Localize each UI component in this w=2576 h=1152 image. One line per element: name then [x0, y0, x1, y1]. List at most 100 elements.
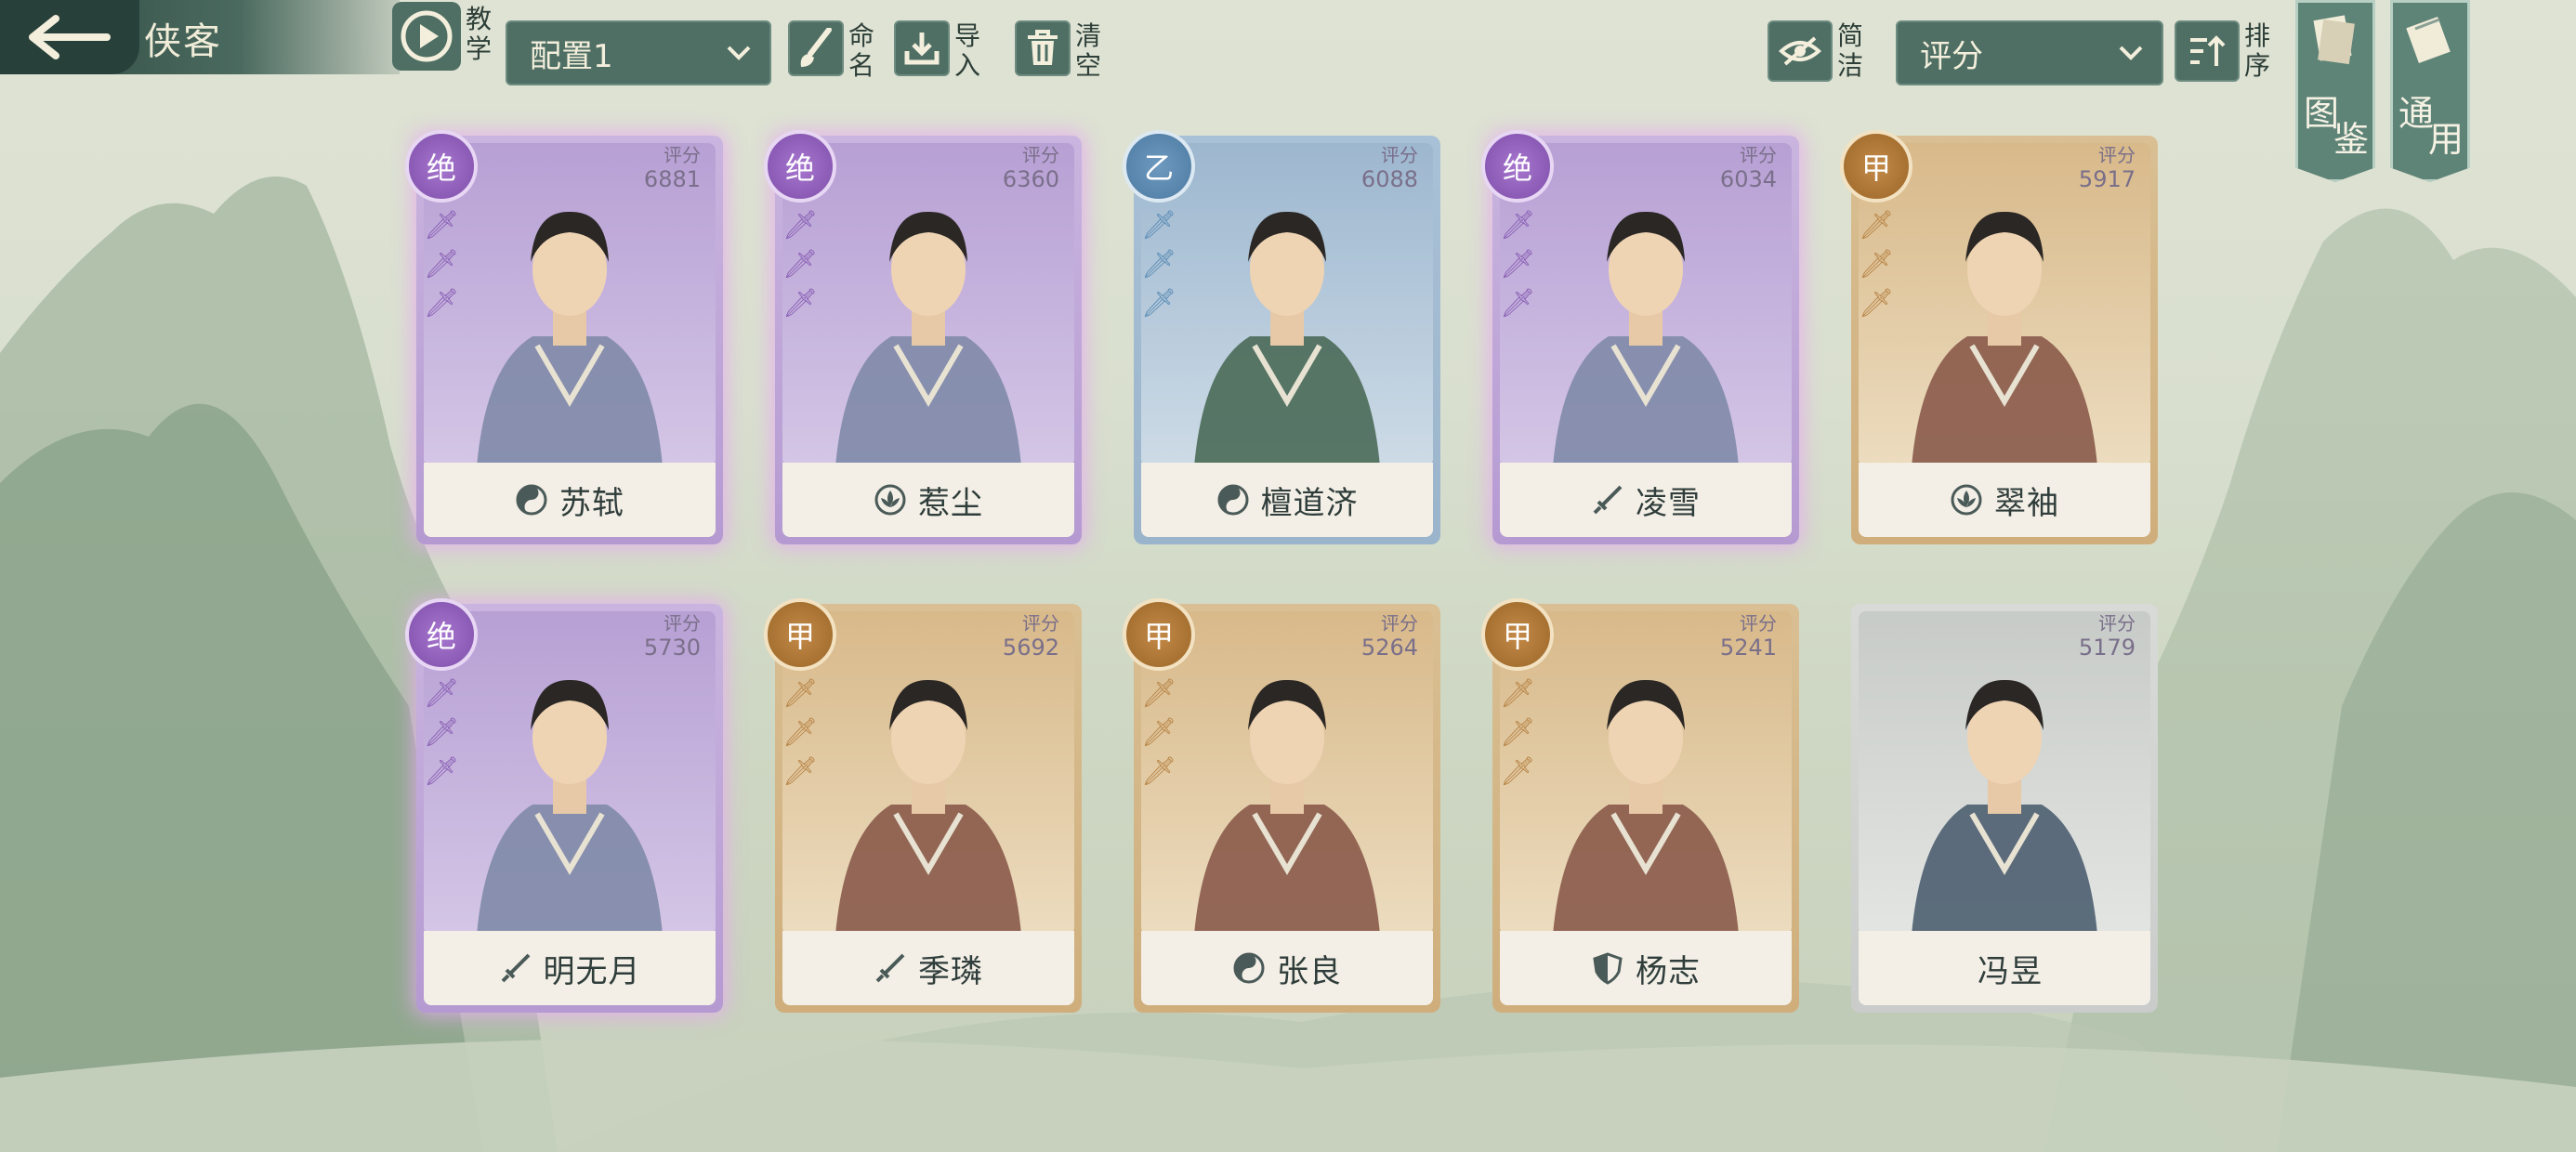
tutorial-label-2: 学: [465, 33, 492, 64]
sword-star-icon: 🗡: [423, 755, 460, 788]
card-score: 评分 5917: [2079, 143, 2136, 191]
rank-badge: 甲: [1123, 598, 1195, 671]
page-title: 侠客: [144, 20, 222, 63]
tab-collection[interactable]: 图 鉴: [2295, 0, 2375, 182]
sword-star-icon: 🗡: [1499, 248, 1536, 281]
lotus-icon: [874, 483, 907, 517]
star-rating: 🗡 🗡 🗡: [1140, 209, 1177, 318]
score-label: 评分: [1022, 144, 1059, 166]
config-select[interactable]: 配置1: [506, 20, 771, 85]
character-portrait: [1912, 679, 2097, 935]
score-value: 6881: [643, 166, 701, 192]
hero-name: 苏轼: [559, 484, 624, 522]
rank-badge: 甲: [1481, 598, 1554, 671]
score-label: 评分: [664, 144, 701, 166]
score-value: 6088: [1360, 166, 1418, 192]
sort-label-1: 排: [2243, 20, 2270, 51]
sword-star-icon: 🗡: [423, 677, 460, 710]
sword-star-icon: 🗡: [1140, 755, 1177, 788]
tab-general[interactable]: 通 用: [2390, 0, 2470, 182]
hero-name: 翠袖: [1994, 484, 2059, 522]
card-score: 评分 5692: [1003, 611, 1059, 660]
card-nameplate: 杨志: [1500, 931, 1792, 1005]
taiji-icon: [1216, 483, 1250, 517]
star-rating: 🗡 🗡 🗡: [1140, 677, 1177, 788]
tutorial-button[interactable]: 教 学: [392, 2, 494, 72]
sword-star-icon: 🗡: [782, 755, 819, 788]
simple-view-toggle[interactable]: 简 洁: [1768, 20, 1872, 85]
sword-star-icon: 🗡: [1499, 209, 1536, 242]
sort-label-2: 序: [2243, 50, 2270, 81]
card-nameplate: 张良: [1141, 931, 1433, 1005]
hero-card[interactable]: 评分 5730 绝 🗡 🗡 🗡 明无月: [405, 598, 723, 1013]
taiji-icon: [1232, 951, 1266, 985]
hero-card[interactable]: 评分 5917 甲 🗡 🗡 🗡 翠袖: [1840, 130, 2158, 544]
sword-star-icon: 🗡: [1140, 716, 1177, 749]
score-label: 评分: [1381, 144, 1418, 166]
hero-card[interactable]: 评分 6034 绝 🗡 🗡 🗡 凌雪: [1481, 130, 1799, 544]
score-label: 评分: [1022, 612, 1059, 635]
hero-card[interactable]: 评分 6088 乙 🗡 🗡 🗡 檀道济: [1123, 130, 1440, 544]
star-rating: 🗡 🗡 🗡: [423, 677, 460, 788]
back-button[interactable]: [0, 0, 139, 74]
score-value: 5917: [2078, 166, 2136, 192]
card-score: 评分 6360: [1003, 143, 1059, 191]
hero-card[interactable]: 评分 6881 绝 🗡 🗡 🗡 苏轼: [405, 130, 723, 544]
sword-icon: [499, 951, 532, 985]
import-button[interactable]: 导 入: [894, 20, 991, 85]
score-label: 评分: [2098, 144, 2136, 166]
sword-star-icon: 🗡: [1858, 287, 1895, 320]
card-nameplate: 凌雪: [1500, 463, 1792, 537]
brush-icon: [788, 20, 844, 76]
rank-badge: 甲: [764, 598, 836, 671]
sword-star-icon: 🗡: [423, 287, 460, 320]
hero-card[interactable]: 评分 6360 绝 🗡 🗡 🗡 惹尘: [764, 130, 1082, 544]
character-portrait: [1194, 211, 1380, 466]
character-portrait: [1194, 679, 1380, 935]
character-portrait: [1912, 211, 2097, 466]
card-nameplate: 明无月: [424, 931, 716, 1005]
hero-name: 杨志: [1636, 952, 1701, 990]
sword-star-icon: 🗡: [1140, 209, 1177, 242]
rename-button[interactable]: 命 名: [788, 20, 885, 85]
sword-star-icon: 🗡: [1140, 677, 1177, 710]
hero-card[interactable]: 评分 5179 冯昱: [1851, 604, 2158, 1013]
hero-name: 季璘: [918, 952, 983, 990]
card-nameplate: 檀道济: [1141, 463, 1433, 537]
hero-card[interactable]: 评分 5264 甲 🗡 🗡 🗡 张良: [1123, 598, 1440, 1013]
sword-icon: [874, 951, 907, 985]
sword-star-icon: 🗡: [782, 677, 819, 710]
hero-name: 张良: [1277, 952, 1342, 990]
tab-general-label-2: 用: [2428, 119, 2464, 160]
sort-icon: [2175, 20, 2240, 82]
clear-button[interactable]: 清 空: [1015, 20, 1111, 85]
score-label: 评分: [664, 612, 701, 635]
rank-badge: 甲: [1840, 130, 1912, 203]
hero-name: 惹尘: [918, 484, 983, 522]
eye-off-icon: [1768, 20, 1833, 82]
card-nameplate: 苏轼: [424, 463, 716, 537]
sword-star-icon: 🗡: [1499, 287, 1536, 320]
rename-label-1: 命: [848, 20, 874, 51]
rank-badge: 绝: [405, 130, 478, 203]
chevron-down-icon: [727, 46, 751, 60]
sort-select[interactable]: 评分: [1896, 20, 2163, 85]
clear-label-1: 清: [1074, 20, 1101, 51]
card-nameplate: 惹尘: [782, 463, 1074, 537]
clear-label-2: 空: [1074, 50, 1101, 81]
character-portrait: [477, 679, 663, 935]
tab-collection-label-2: 鉴: [2333, 119, 2370, 160]
score-value: 5179: [2078, 635, 2136, 661]
rank-badge: 绝: [1481, 130, 1554, 203]
sort-order-button[interactable]: 排 序: [2175, 20, 2277, 85]
card-score: 评分 6088: [1361, 143, 1418, 191]
hero-card[interactable]: 评分 5692 甲 🗡 🗡 🗡 季璘: [764, 598, 1082, 1013]
character-portrait: [1553, 211, 1739, 466]
trash-icon: [1015, 20, 1071, 76]
book-icon: [2313, 15, 2355, 65]
hero-card[interactable]: 评分 5241 甲 🗡 🗡 🗡 杨志: [1481, 598, 1799, 1013]
star-rating: 🗡 🗡 🗡: [1858, 212, 1895, 320]
star-rating: 🗡 🗡 🗡: [782, 212, 818, 318]
sword-star-icon: 🗡: [1499, 677, 1536, 710]
hero-name: 凌雪: [1636, 484, 1701, 522]
